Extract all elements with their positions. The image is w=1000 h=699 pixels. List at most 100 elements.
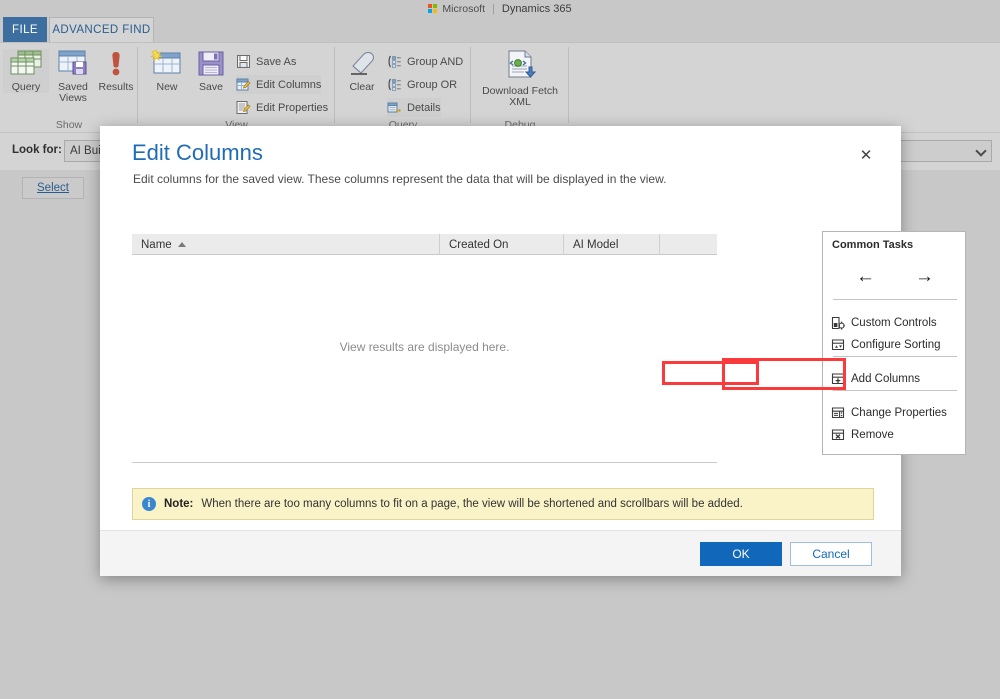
chevron-down-icon <box>975 145 986 156</box>
note-prefix: Note: <box>164 498 193 510</box>
task-configure-sorting[interactable]: Configure Sorting <box>831 334 961 355</box>
task-label: Custom Controls <box>851 317 937 329</box>
ribbon-group-view: New Save Save As <box>138 43 335 133</box>
fetchxml-line2: XML <box>509 96 531 108</box>
application-window: Microsoft | Dynamics 365 FILE ADVANCED F… <box>0 0 1000 699</box>
dialog-title: Edit Columns <box>132 140 263 166</box>
new-view-icon <box>150 49 184 79</box>
tab-file[interactable]: FILE <box>3 17 47 42</box>
common-tasks-arrows: ← → <box>823 260 967 292</box>
task-label: Configure Sorting <box>851 339 941 351</box>
ribbon-button-new[interactable]: New <box>144 49 190 93</box>
cancel-button[interactable]: Cancel <box>790 542 872 566</box>
select-attribute-cell[interactable]: Select <box>22 177 84 199</box>
common-tasks-divider <box>833 356 957 357</box>
info-icon: i <box>142 497 156 511</box>
ribbon-button-label: Download Fetch XML <box>482 86 558 108</box>
ribbon-button-save-as[interactable]: Save As <box>236 52 296 71</box>
sort-ascending-icon <box>178 242 186 247</box>
grid-column-ai-model[interactable]: AI Model <box>564 234 660 255</box>
ribbon-button-label: Group OR <box>407 79 457 91</box>
ribbon-button-save[interactable]: Save <box>188 49 234 93</box>
task-label: Change Properties <box>851 407 947 419</box>
microsoft-logo-icon <box>428 4 437 13</box>
remove-icon <box>831 428 845 442</box>
common-tasks-divider <box>833 299 957 300</box>
ribbon-button-clear[interactable]: Clear <box>339 49 385 93</box>
ribbon-button-results[interactable]: Results <box>93 49 139 93</box>
brand-product: Dynamics 365 <box>502 3 572 15</box>
ribbon-button-details[interactable]: Details <box>387 98 441 117</box>
download-fetch-xml-icon <box>501 49 539 83</box>
ribbon-button-query[interactable]: Query <box>3 49 49 93</box>
grid-bottom-rule <box>132 462 717 463</box>
change-properties-icon <box>831 406 845 420</box>
dialog-subtitle: Edit columns for the saved view. These c… <box>133 172 666 186</box>
save-floppy-icon <box>194 49 228 79</box>
ribbon-button-label: Save <box>199 82 223 93</box>
results-exclamation-icon <box>99 49 133 79</box>
ribbon-tabstrip: FILE ADVANCED FIND <box>0 17 1000 42</box>
task-add-columns[interactable]: Add Columns <box>831 368 961 389</box>
view-select-dropdown[interactable] <box>896 140 992 162</box>
ribbon-button-label: Edit Properties <box>256 102 328 114</box>
task-remove[interactable]: Remove <box>831 424 961 445</box>
ribbon-group-show: Query Saved Views <box>0 43 138 133</box>
brand-bar: Microsoft | Dynamics 365 <box>0 0 1000 17</box>
close-icon[interactable]: ✕ <box>855 144 877 166</box>
saved-views-icon <box>56 49 90 79</box>
note-text: When there are too many columns to fit o… <box>201 498 742 510</box>
note-bar: i Note: When there are too many columns … <box>132 488 874 520</box>
grid-empty-message: View results are displayed here. <box>132 340 717 354</box>
grid-column-label: AI Model <box>573 239 618 251</box>
common-tasks-title: Common Tasks <box>832 239 913 251</box>
grid-column-label: Created On <box>449 239 508 251</box>
ribbon-button-label: Clear <box>349 82 374 93</box>
edit-columns-icon <box>236 77 251 92</box>
task-label: Remove <box>851 429 894 441</box>
common-tasks-panel: Common Tasks ← → Custom Controls <box>822 231 966 455</box>
custom-controls-icon <box>831 316 845 330</box>
group-and-icon <box>387 54 402 69</box>
edit-properties-icon <box>236 100 251 115</box>
ribbon-group-debug: Download Fetch XML Debug <box>471 43 569 133</box>
select-link[interactable]: Select <box>37 182 69 194</box>
ribbon-button-label: Query <box>12 82 41 93</box>
brand-separator: | <box>490 3 497 15</box>
ribbon: Query Saved Views <box>0 42 1000 132</box>
task-change-properties[interactable]: Change Properties <box>831 402 961 423</box>
brand-company: Microsoft <box>442 3 485 15</box>
save-as-icon <box>236 54 251 69</box>
ribbon-button-edit-columns[interactable]: Edit Columns <box>236 75 321 94</box>
grid-column-name[interactable]: Name <box>132 234 440 255</box>
ribbon-button-download-fetch-xml[interactable]: Download Fetch XML <box>477 49 563 108</box>
group-separator <box>568 47 569 123</box>
tab-advanced-find[interactable]: ADVANCED FIND <box>49 17 154 42</box>
task-custom-controls[interactable]: Custom Controls <box>831 312 961 333</box>
edit-columns-dialog: Edit Columns Edit columns for the saved … <box>100 126 901 576</box>
dialog-footer: OK Cancel <box>100 530 901 576</box>
add-columns-icon <box>831 372 845 386</box>
ribbon-button-label: Edit Columns <box>256 79 321 91</box>
task-label: Add Columns <box>851 373 920 385</box>
details-icon <box>387 100 402 115</box>
ribbon-button-label: New <box>156 82 177 93</box>
ribbon-button-group-and[interactable]: Group AND <box>387 52 463 71</box>
ribbon-button-saved-views[interactable]: Saved Views <box>50 49 96 104</box>
arrow-right-icon[interactable]: → <box>915 267 934 286</box>
ribbon-button-label: Save As <box>256 56 296 68</box>
grid-header-row: Name Created On AI Model <box>132 234 717 255</box>
arrow-left-icon[interactable]: ← <box>856 267 875 286</box>
ok-button[interactable]: OK <box>700 542 782 566</box>
grid-body: View results are displayed here. <box>132 255 717 462</box>
columns-preview-grid: Name Created On AI Model View results ar… <box>132 234 717 462</box>
grid-column-label: Name <box>141 239 172 251</box>
query-table-icon <box>9 49 43 79</box>
grid-column-created-on[interactable]: Created On <box>440 234 564 255</box>
ribbon-button-group-or[interactable]: Group OR <box>387 75 457 94</box>
ribbon-button-edit-properties[interactable]: Edit Properties <box>236 98 328 117</box>
ribbon-button-label: Details <box>407 102 441 114</box>
group-or-icon <box>387 77 402 92</box>
configure-sorting-icon <box>831 338 845 352</box>
ribbon-group-query: Clear Group AND <box>335 43 471 133</box>
